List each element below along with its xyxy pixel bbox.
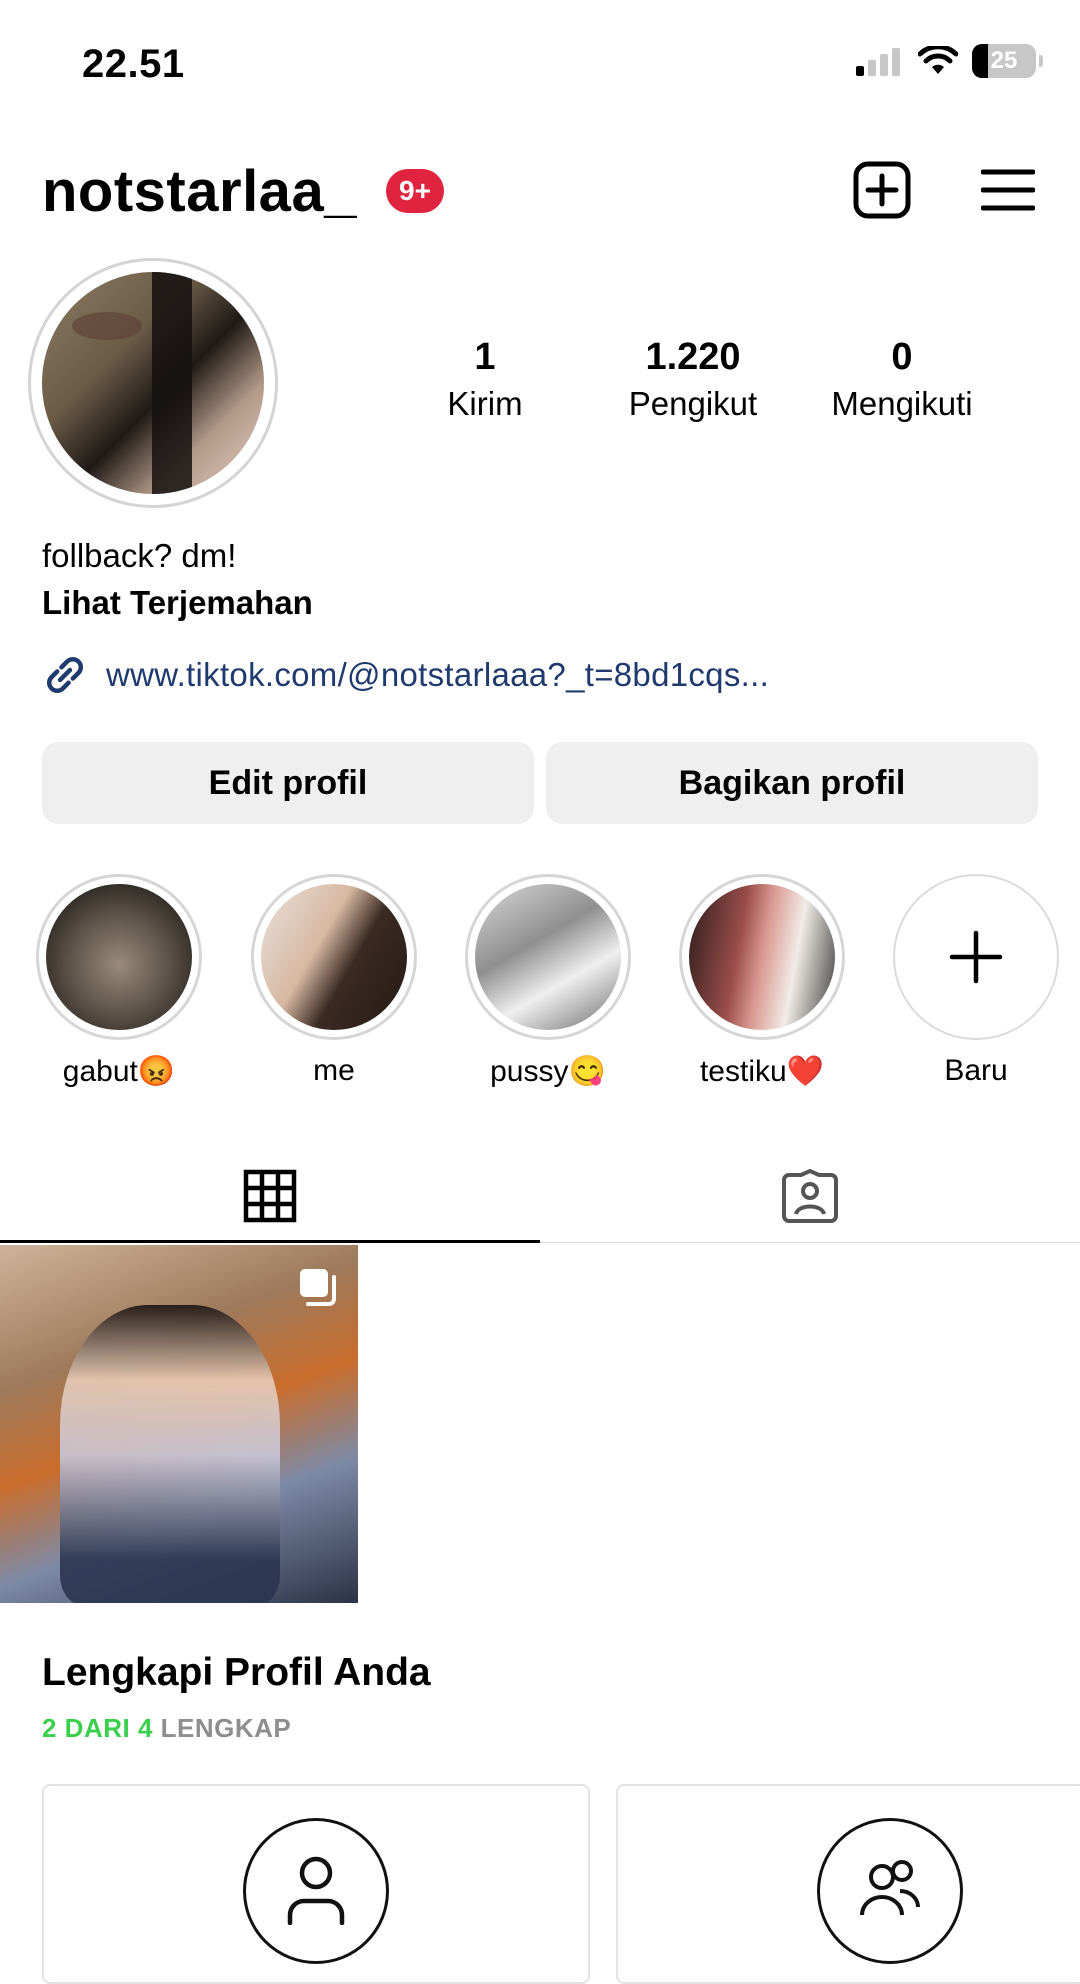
bio-link-text: www.tiktok.com/@notstarlaaa?_t=8bd1cqs..…	[106, 656, 770, 693]
stat-followers-count: 1.220	[645, 336, 741, 378]
tab-tagged[interactable]	[540, 1150, 1080, 1242]
plus-square-icon	[853, 161, 911, 219]
tagged-person-icon	[782, 1169, 838, 1223]
link-icon	[46, 656, 84, 694]
post-thumbnail[interactable]	[0, 1245, 358, 1603]
bio-text: follback? dm!	[42, 537, 237, 574]
active-tab-indicator	[0, 1240, 540, 1243]
create-post-button[interactable]	[852, 160, 912, 220]
highlight-label: pussy😋	[490, 1055, 606, 1088]
highlight-label: testiku❤️	[699, 1055, 825, 1088]
highlight-cover	[689, 884, 835, 1030]
highlight-pussy[interactable]: pussy😋	[464, 874, 632, 1089]
new-highlight-button[interactable]: Baru	[892, 874, 1060, 1088]
battery-icon: 25	[972, 44, 1043, 78]
progress-word: LENGKAP	[160, 1713, 292, 1743]
share-profile-button[interactable]: Bagikan profil	[546, 742, 1038, 824]
highlight-ring	[465, 874, 631, 1040]
see-translation-link[interactable]: Lihat Terjemahan	[42, 584, 313, 622]
edit-profile-button[interactable]: Edit profil	[42, 742, 534, 824]
profile-step-card-follow[interactable]	[616, 1784, 1080, 1984]
highlight-testiku[interactable]: testiku❤️	[678, 874, 846, 1089]
grid-icon	[243, 1169, 297, 1223]
highlight-ring	[36, 874, 202, 1040]
bio-link[interactable]: www.tiktok.com/@notstarlaaa?_t=8bd1cqs..…	[42, 652, 769, 698]
profile-username[interactable]: notstarlaa_	[42, 158, 357, 225]
profile-step-card-photo[interactable]	[42, 1784, 590, 1984]
person-icon	[287, 1856, 345, 1925]
progress-done: 2 DARI 4	[42, 1713, 153, 1743]
highlight-me[interactable]: me	[250, 874, 418, 1088]
hamburger-menu-icon	[981, 169, 1035, 211]
highlight-label: Baru	[944, 1054, 1008, 1087]
tab-posts-grid[interactable]	[0, 1150, 540, 1242]
stat-following-label: Mengikuti	[831, 385, 973, 422]
notification-badge[interactable]: 9+	[386, 169, 444, 213]
plus-icon	[949, 930, 1003, 984]
card-icon-ring	[243, 1818, 389, 1964]
highlight-ring	[893, 874, 1059, 1040]
complete-profile-progress: 2 DARI 4 LENGKAP	[42, 1713, 291, 1744]
signal-icon	[856, 48, 900, 76]
stat-posts-count: 1	[474, 336, 496, 378]
wifi-icon	[918, 46, 958, 74]
menu-button[interactable]	[980, 166, 1036, 214]
profile-avatar[interactable]	[28, 258, 278, 508]
highlight-cover	[261, 884, 407, 1030]
highlight-gabut[interactable]: gabut😡	[35, 874, 203, 1089]
stat-posts-label: Kirim	[447, 385, 523, 422]
highlight-cover	[475, 884, 621, 1030]
people-icon	[860, 1860, 920, 1916]
stat-followers[interactable]: 1.220 Pengikut	[608, 336, 778, 423]
stat-followers-label: Pengikut	[628, 385, 758, 422]
highlight-label: me	[313, 1054, 355, 1087]
stat-posts[interactable]: 1 Kirim	[425, 336, 545, 423]
highlight-label: gabut😡	[62, 1055, 176, 1088]
avatar-photo	[42, 272, 264, 494]
stat-following-count: 0	[891, 336, 913, 378]
status-time: 22.51	[82, 42, 185, 86]
card-icon-ring	[817, 1818, 963, 1964]
status-icons: 25	[854, 44, 1043, 78]
stat-following[interactable]: 0 Mengikuti	[810, 336, 994, 423]
complete-profile-title: Lengkapi Profil Anda	[42, 1651, 431, 1694]
carousel-icon	[300, 1269, 336, 1306]
highlight-ring	[251, 874, 417, 1040]
highlight-ring	[679, 874, 845, 1040]
highlight-cover	[46, 884, 192, 1030]
